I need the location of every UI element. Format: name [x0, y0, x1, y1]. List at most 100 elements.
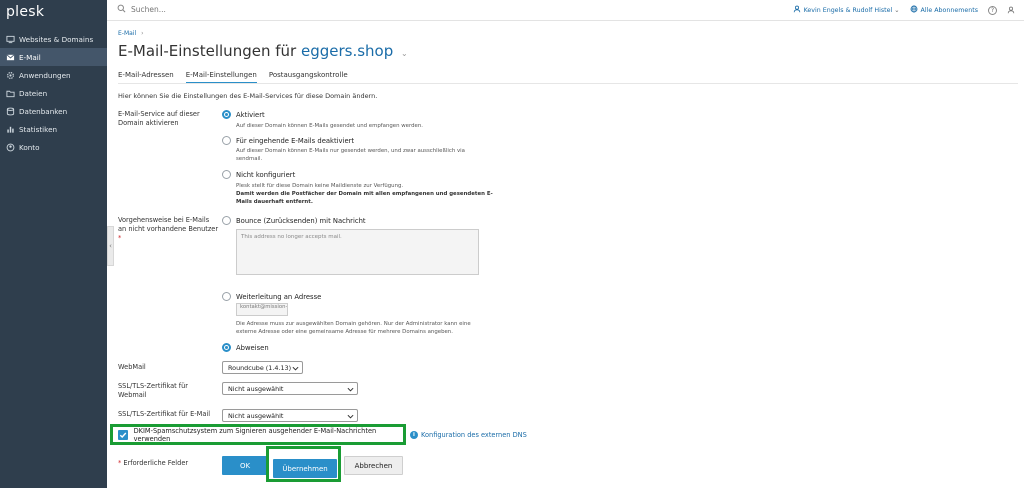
ssl-email-select[interactable]: Nicht ausgewählt [222, 409, 358, 422]
hint-line: externe Adresse oder eine gemeinsame Adr… [236, 329, 453, 335]
user-circle-icon [5, 142, 15, 152]
ssl-webmail-select[interactable]: Nicht ausgewählt [222, 382, 358, 395]
ssl-webmail-label: SSL/TLS-Zertifikat für Webmail [118, 382, 188, 400]
sidebar-item-websites-domains[interactable]: Websites & Domains [0, 30, 107, 48]
sidebar-nav: Websites & Domains E-Mail Anwendungen Da… [0, 30, 107, 156]
sidebar-item-label: Websites & Domains [19, 34, 94, 44]
globe-icon [910, 5, 921, 15]
radio-label: Weiterleitung an Adresse [236, 292, 322, 301]
monitor-icon [5, 34, 15, 44]
service-label-line2: Domain aktivieren [118, 119, 179, 127]
sidebar-item-label: Datenbanken [19, 106, 68, 116]
tabs-divider [118, 83, 1018, 84]
sidebar-item-label: Konto [19, 142, 40, 152]
search-icon [117, 4, 131, 15]
intro-text: Hier können Sie die Einstellungen des E-… [118, 92, 378, 100]
dkim-row: DKIM-Spamschutzsystem zum Signieren ausg… [110, 424, 527, 445]
sidebar-item-anwendungen[interactable]: Anwendungen [0, 66, 107, 84]
breadcrumb-link[interactable]: E-Mail [118, 30, 136, 37]
external-dns-link[interactable]: i Konfiguration des externen DNS [410, 430, 527, 439]
hint-warning-line: Damit werden die Postfächer der Domain m… [236, 191, 493, 197]
page-title: E-Mail-Einstellungen für eggers.shop ⌄ [118, 42, 408, 60]
cancel-button[interactable]: Abbrechen [344, 456, 403, 475]
database-icon [5, 106, 15, 116]
plesk-logo[interactable]: plesk [6, 4, 44, 20]
webmail-select[interactable]: Roundcube (1.4.13) [222, 361, 303, 374]
hint-line: sendmail. [236, 156, 263, 162]
ok-button[interactable]: OK [222, 456, 268, 475]
topbar-right: Kevin Engels & Rudolf Histel ⌄ Alle Abon… [783, 5, 1018, 15]
hint-service-enabled: Auf dieser Domain können E-Mails gesende… [236, 123, 423, 129]
radio-service-not-configured[interactable]: Nicht konfiguriert [222, 170, 295, 179]
forward-address-input[interactable]: kontakt@mission-webstyle [236, 303, 288, 316]
hint-forward: Die Adresse muss zur ausgewählten Domain… [236, 320, 471, 336]
service-label: E-Mail-Service auf dieser Domain aktivie… [118, 110, 200, 128]
radio-label: Aktiviert [236, 110, 265, 119]
bounce-message-textarea[interactable]: This address no longer accepts mail. [236, 229, 479, 275]
hint-incoming-disabled: Auf dieser Domain können E-Mails nur ges… [236, 147, 465, 163]
envelope-icon [5, 52, 15, 62]
apply-button-highlight: Übernehmen [266, 446, 341, 482]
hint-line: Plesk stellt für diese Domain keine Mail… [236, 183, 404, 189]
radio-button[interactable] [222, 136, 231, 145]
subscriptions-menu[interactable]: Alle Abonnements [910, 5, 978, 15]
sidebar-collapse-handle[interactable]: ‹ [107, 226, 114, 266]
hint-warning-line: Mails dauerhaft entfernt. [236, 199, 313, 205]
user-icon [793, 5, 804, 15]
radio-button[interactable] [222, 170, 231, 179]
breadcrumb-separator: › [141, 30, 144, 37]
apply-button[interactable]: Übernehmen [273, 459, 337, 478]
sidebar-item-label: Anwendungen [19, 70, 71, 80]
sidebar-item-email[interactable]: E-Mail [0, 48, 107, 66]
radio-button[interactable] [222, 216, 231, 225]
domain-switcher[interactable]: eggers.shop [301, 42, 393, 60]
radio-label: Abweisen [236, 343, 269, 352]
required-fields-text: Erforderliche Felder [123, 459, 189, 467]
chevron-left-icon: ‹ [109, 242, 112, 250]
required-mark: * [118, 459, 122, 467]
radio-button[interactable] [222, 110, 231, 119]
dkim-checkbox-row[interactable]: DKIM-Spamschutzsystem zum Signieren ausg… [110, 424, 406, 445]
label-line1: SSL/TLS-Zertifikat für [118, 382, 189, 390]
chevron-down-icon [347, 414, 354, 419]
select-value: Nicht ausgewählt [228, 411, 284, 420]
help-icon[interactable]: ? [988, 5, 997, 15]
radio-button[interactable] [222, 292, 231, 301]
sidebar-item-dateien[interactable]: Dateien [0, 84, 107, 102]
chevron-down-icon [292, 366, 299, 371]
chevron-down-icon[interactable]: ⌄ [401, 49, 408, 58]
folder-icon [5, 88, 15, 98]
sidebar-item-datenbanken[interactable]: Datenbanken [0, 102, 107, 120]
bar-chart-icon [5, 124, 15, 134]
radio-service-incoming-disabled[interactable]: Für eingehende E-Mails deaktiviert [222, 136, 354, 145]
label-line1: Vorgehensweise bei E-Mails [118, 216, 210, 224]
sidebar-item-statistiken[interactable]: Statistiken [0, 120, 107, 138]
hint-not-configured: Plesk stellt für diese Domain keine Mail… [236, 182, 493, 206]
gear-icon [5, 70, 15, 80]
hint-line: Auf dieser Domain können E-Mails nur ges… [236, 148, 465, 154]
search-input[interactable] [131, 5, 251, 14]
sidebar-item-label: Statistiken [19, 124, 58, 134]
nonexistent-users-label: Vorgehensweise bei E-Mails an nicht vorh… [118, 216, 218, 243]
sidebar-item-label: E-Mail [19, 52, 41, 62]
dkim-checkbox[interactable] [118, 429, 128, 440]
radio-forward[interactable]: Weiterleitung an Adresse [222, 292, 321, 301]
info-icon: i [410, 430, 418, 439]
page-title-text: E-Mail-Einstellungen für [118, 42, 297, 60]
radio-bounce[interactable]: Bounce (Zurücksenden) mit Nachricht [222, 216, 366, 225]
select-value: Roundcube (1.4.13) [228, 363, 292, 372]
hint-line: Die Adresse muss zur ausgewählten Domain… [236, 321, 471, 327]
profile-icon[interactable] [1007, 6, 1018, 14]
user-menu[interactable]: Kevin Engels & Rudolf Histel ⌄ [793, 5, 900, 15]
sidebar: plesk Websites & Domains E-Mail Anwendun… [0, 0, 107, 488]
radio-button[interactable] [222, 343, 231, 352]
radio-label: Für eingehende E-Mails deaktiviert [236, 136, 355, 145]
sidebar-item-konto[interactable]: Konto [0, 138, 107, 156]
external-dns-link-text: Konfiguration des externen DNS [421, 430, 527, 439]
radio-service-enabled[interactable]: Aktiviert [222, 110, 265, 119]
radio-label: Bounce (Zurücksenden) mit Nachricht [236, 216, 366, 225]
select-value: Nicht ausgewählt [228, 384, 284, 393]
radio-reject[interactable]: Abweisen [222, 343, 269, 352]
user-name: Kevin Engels & Rudolf Histel [803, 6, 893, 14]
checkmark-icon [119, 432, 127, 438]
